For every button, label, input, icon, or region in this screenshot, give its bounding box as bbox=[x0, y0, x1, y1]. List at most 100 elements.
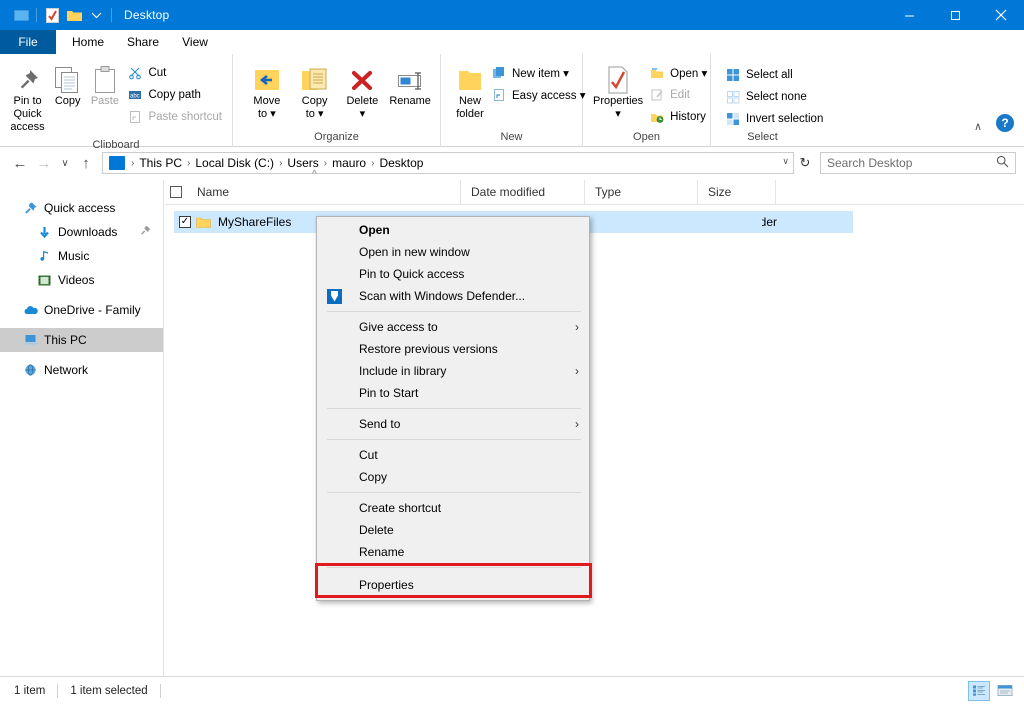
ribbon-group-select: Select all Select none Invert selection … bbox=[711, 54, 823, 147]
breadcrumb-item-this-pc[interactable]: This PC bbox=[136, 156, 185, 170]
column-header-type-label: Type bbox=[595, 185, 622, 199]
copy-to-icon bbox=[300, 61, 330, 95]
recent-locations-button[interactable]: ∨ bbox=[56, 151, 74, 175]
sidebar-label-this-pc: This PC bbox=[44, 333, 87, 347]
invert-selection-button[interactable]: Invert selection bbox=[721, 108, 827, 129]
magnifier-icon[interactable] bbox=[996, 155, 1009, 171]
easy-access-button[interactable]: Easy access ▾ bbox=[487, 84, 590, 105]
explorer-icon[interactable] bbox=[10, 4, 32, 26]
sidebar-item-downloads[interactable]: Downloads bbox=[0, 220, 163, 244]
column-header-name[interactable]: Name ^ bbox=[187, 169, 461, 205]
sidebar-item-onedrive[interactable]: OneDrive - Family bbox=[0, 298, 163, 322]
history-button[interactable]: History bbox=[645, 106, 711, 127]
delete-button[interactable]: Delete ▾ bbox=[339, 58, 387, 124]
collapse-ribbon-chevron-up-icon[interactable]: ∧ bbox=[968, 116, 988, 136]
details-view-icon[interactable] bbox=[968, 680, 990, 701]
easy-access-icon bbox=[491, 87, 507, 103]
tab-share[interactable]: Share bbox=[118, 30, 168, 54]
context-menu-item-send-to[interactable]: Send to › bbox=[317, 413, 589, 435]
close-button[interactable] bbox=[978, 0, 1024, 30]
sidebar-item-videos[interactable]: Videos bbox=[0, 268, 163, 292]
context-menu-label-give-access-to: Give access to bbox=[359, 320, 438, 334]
move-to-button[interactable]: Move to ▾ bbox=[243, 58, 291, 124]
forward-button[interactable]: → bbox=[32, 151, 56, 175]
cut-button[interactable]: Cut bbox=[123, 62, 226, 83]
new-item-button[interactable]: New item ▾ bbox=[487, 62, 590, 83]
back-button[interactable]: ← bbox=[8, 151, 32, 175]
column-header-size[interactable]: Size bbox=[698, 179, 776, 205]
tab-file[interactable]: File bbox=[0, 30, 56, 54]
copy-path-button[interactable]: abc Copy path bbox=[123, 84, 226, 105]
breadcrumb-item-mauro[interactable]: mauro bbox=[329, 156, 369, 170]
context-menu-item-copy[interactable]: Copy bbox=[317, 466, 589, 488]
paste-shortcut-button[interactable]: Paste shortcut bbox=[123, 106, 226, 127]
context-menu-separator-2 bbox=[327, 408, 581, 409]
file-explorer-window: Desktop File Home Share View Pin to Quic… bbox=[0, 0, 1024, 704]
maximize-button[interactable] bbox=[932, 0, 978, 30]
context-menu-item-properties[interactable]: Properties bbox=[317, 572, 589, 598]
new-folder-icon[interactable] bbox=[63, 4, 85, 26]
help-button[interactable]: ? bbox=[996, 114, 1014, 132]
copy-button[interactable]: Copy bbox=[49, 58, 86, 111]
context-menu-item-give-access-to[interactable]: Give access to › bbox=[317, 316, 589, 338]
breadcrumb-item-desktop[interactable]: Desktop bbox=[376, 156, 426, 170]
column-header-type[interactable]: Type bbox=[585, 179, 698, 205]
refresh-button[interactable]: ↻ bbox=[794, 152, 816, 174]
column-header-date-modified[interactable]: Date modified bbox=[461, 179, 585, 205]
breadcrumb-item-local-disk[interactable]: Local Disk (C:) bbox=[192, 156, 277, 170]
quick-access-toolbar bbox=[0, 4, 116, 26]
minimize-button[interactable] bbox=[886, 0, 932, 30]
window-controls bbox=[886, 0, 1024, 30]
copy-path-icon: abc bbox=[127, 87, 143, 103]
context-menu-item-create-shortcut[interactable]: Create shortcut bbox=[317, 497, 589, 519]
tab-view[interactable]: View bbox=[170, 30, 220, 54]
tab-home[interactable]: Home bbox=[60, 30, 116, 54]
search-input[interactable]: Search Desktop bbox=[820, 152, 1016, 174]
context-menu-label-restore-previous-versions: Restore previous versions bbox=[359, 342, 498, 356]
customize-qat-chevron-down-icon[interactable] bbox=[85, 4, 107, 26]
sidebar-item-quick-access[interactable]: Quick access bbox=[0, 196, 163, 220]
select-all-button[interactable]: Select all bbox=[721, 64, 827, 85]
context-menu-item-rename[interactable]: Rename bbox=[317, 541, 589, 563]
breadcrumb-dropdown-chevron-down-icon[interactable]: ∨ bbox=[782, 156, 789, 167]
context-menu-item-pin-to-start[interactable]: Pin to Start bbox=[317, 382, 589, 404]
paste-button[interactable]: Paste bbox=[86, 58, 123, 111]
properties-icon[interactable] bbox=[41, 4, 63, 26]
edit-button[interactable]: Edit bbox=[645, 84, 711, 105]
breadcrumb-separator-1: › bbox=[187, 157, 191, 169]
context-menu-item-open[interactable]: Open bbox=[317, 219, 589, 241]
context-menu-item-cut[interactable]: Cut bbox=[317, 444, 589, 466]
search-placeholder: Search Desktop bbox=[827, 156, 913, 170]
sidebar-item-network[interactable]: Network bbox=[0, 358, 163, 382]
ribbon-group-clipboard: Pin to Quick access Copy Paste Cut abc C… bbox=[0, 54, 233, 151]
breadcrumb[interactable]: › This PC › Local Disk (C:) › Users › ma… bbox=[102, 152, 794, 174]
context-menu-item-restore-previous-versions[interactable]: Restore previous versions bbox=[317, 338, 589, 360]
sidebar-label-quick-access: Quick access bbox=[44, 201, 116, 215]
row-checkbox[interactable]: ✓ bbox=[174, 216, 196, 228]
context-menu-item-include-in-library[interactable]: Include in library › bbox=[317, 360, 589, 382]
context-menu-label-pin-to-quick-access: Pin to Quick access bbox=[359, 267, 465, 281]
ribbon-group-label-new: New bbox=[500, 131, 523, 143]
unpin-icon[interactable] bbox=[140, 225, 151, 240]
rename-button[interactable]: Rename bbox=[386, 58, 434, 111]
context-menu-item-pin-to-quick-access[interactable]: Pin to Quick access bbox=[317, 263, 589, 285]
large-icons-view-icon[interactable] bbox=[994, 681, 1016, 701]
sidebar-item-this-pc[interactable]: This PC bbox=[0, 328, 163, 352]
context-menu-item-delete[interactable]: Delete bbox=[317, 519, 589, 541]
copy-to-button[interactable]: Copy to ▾ bbox=[291, 58, 339, 124]
pin-to-quick-access-button[interactable]: Pin to Quick access bbox=[6, 58, 49, 137]
select-none-button[interactable]: Select none bbox=[721, 86, 827, 107]
new-folder-button[interactable]: New folder bbox=[453, 58, 487, 124]
context-menu-separator-1 bbox=[327, 311, 581, 312]
sidebar-item-music[interactable]: Music bbox=[0, 244, 163, 268]
window-title: Desktop bbox=[124, 8, 170, 22]
properties-button[interactable]: Properties ▾ bbox=[591, 58, 645, 124]
context-menu-item-open-in-new-window[interactable]: Open in new window bbox=[317, 241, 589, 263]
up-button[interactable]: ↑ bbox=[74, 151, 98, 175]
select-all-checkbox[interactable] bbox=[165, 180, 187, 205]
this-pc-breadcrumb-icon[interactable] bbox=[109, 156, 125, 170]
open-button[interactable]: Open ▾ bbox=[645, 62, 711, 83]
ribbon-group-label-organize: Organize bbox=[314, 131, 359, 143]
select-small-buttons: Select all Select none Invert selection bbox=[721, 58, 827, 129]
context-menu-item-scan-with-windows-defender[interactable]: Scan with Windows Defender... bbox=[317, 285, 589, 307]
